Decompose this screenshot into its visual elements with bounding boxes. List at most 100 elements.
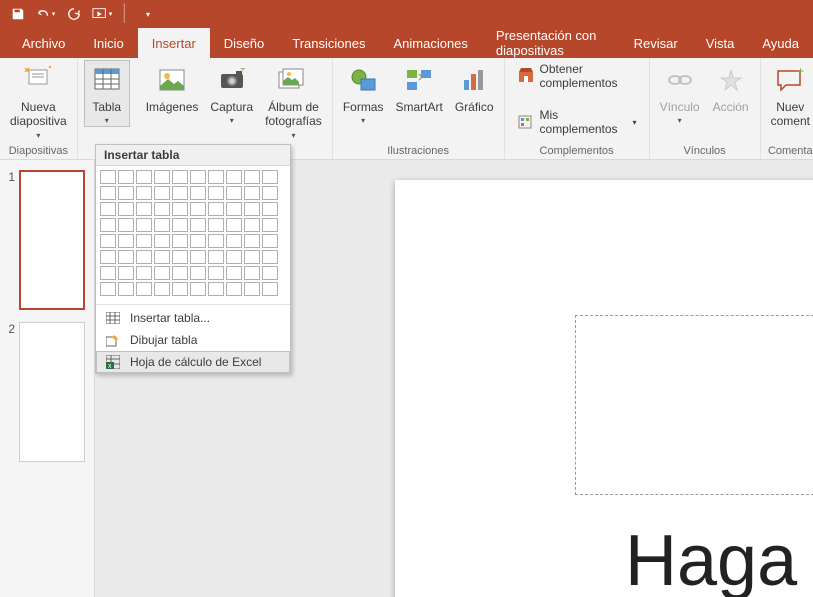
grid-cell[interactable] <box>244 282 260 296</box>
content-placeholder[interactable] <box>575 315 813 495</box>
grid-cell[interactable] <box>244 266 260 280</box>
album-button[interactable]: Álbum de fotografías ▾ <box>261 60 326 142</box>
grid-cell[interactable] <box>118 250 134 264</box>
hoja-excel-item[interactable]: x Hoja de cálculo de Excel <box>96 351 290 373</box>
grid-cell[interactable] <box>262 218 278 232</box>
grid-cell[interactable] <box>226 202 242 216</box>
grid-cell[interactable] <box>136 218 152 232</box>
grid-cell[interactable] <box>190 186 206 200</box>
grid-cell[interactable] <box>190 170 206 184</box>
grafico-button[interactable]: Gráfico <box>451 60 498 116</box>
nueva-diapositiva-button[interactable]: Nueva diapositiva ▾ <box>6 60 71 142</box>
grid-cell[interactable] <box>208 266 224 280</box>
grid-cell[interactable] <box>172 282 188 296</box>
captura-button[interactable]: + Captura ▾ <box>206 60 257 127</box>
menu-revisar[interactable]: Revisar <box>620 28 692 58</box>
grid-cell[interactable] <box>190 218 206 232</box>
grid-cell[interactable] <box>172 202 188 216</box>
tabla-button[interactable]: Tabla ▾ <box>84 60 130 127</box>
grid-cell[interactable] <box>244 170 260 184</box>
slide-thumb-1[interactable]: 1 <box>5 170 89 310</box>
grid-cell[interactable] <box>100 282 116 296</box>
slide-canvas[interactable]: Haga c <box>395 180 813 597</box>
menu-ayuda[interactable]: Ayuda <box>748 28 813 58</box>
grid-cell[interactable] <box>244 202 260 216</box>
qat-customize-button[interactable]: ▾ <box>136 2 160 26</box>
grid-cell[interactable] <box>244 218 260 232</box>
grid-cell[interactable] <box>154 250 170 264</box>
grid-cell[interactable] <box>244 250 260 264</box>
menu-archivo[interactable]: Archivo <box>8 28 79 58</box>
grid-cell[interactable] <box>226 186 242 200</box>
grid-cell[interactable] <box>226 250 242 264</box>
grid-cell[interactable] <box>262 170 278 184</box>
grid-cell[interactable] <box>100 186 116 200</box>
grid-cell[interactable] <box>208 234 224 248</box>
grid-cell[interactable] <box>262 250 278 264</box>
grid-cell[interactable] <box>100 202 116 216</box>
grid-cell[interactable] <box>118 218 134 232</box>
grid-cell[interactable] <box>118 234 134 248</box>
grid-cell[interactable] <box>154 186 170 200</box>
grid-cell[interactable] <box>136 170 152 184</box>
menu-presentacion[interactable]: Presentación con diapositivas <box>482 28 620 58</box>
grid-cell[interactable] <box>154 218 170 232</box>
grid-cell[interactable] <box>154 170 170 184</box>
grid-cell[interactable] <box>226 170 242 184</box>
grid-cell[interactable] <box>262 234 278 248</box>
grid-cell[interactable] <box>118 282 134 296</box>
menu-inicio[interactable]: Inicio <box>79 28 137 58</box>
menu-insertar[interactable]: Insertar <box>138 28 210 58</box>
grid-cell[interactable] <box>226 234 242 248</box>
grid-cell[interactable] <box>172 186 188 200</box>
nuevo-comentario-button[interactable]: + Nuev coment <box>767 60 813 131</box>
menu-diseno[interactable]: Diseño <box>210 28 278 58</box>
grid-cell[interactable] <box>154 202 170 216</box>
save-button[interactable] <box>6 2 30 26</box>
grid-cell[interactable] <box>226 282 242 296</box>
grid-cell[interactable] <box>226 266 242 280</box>
grid-cell[interactable] <box>136 202 152 216</box>
grid-cell[interactable] <box>172 170 188 184</box>
redo-button[interactable] <box>62 2 86 26</box>
grid-cell[interactable] <box>172 218 188 232</box>
grid-cell[interactable] <box>172 234 188 248</box>
grid-cell[interactable] <box>262 202 278 216</box>
grid-cell[interactable] <box>136 234 152 248</box>
grid-cell[interactable] <box>136 186 152 200</box>
grid-cell[interactable] <box>154 234 170 248</box>
slide-thumb-2[interactable]: 2 <box>5 322 89 462</box>
grid-cell[interactable] <box>190 250 206 264</box>
grid-cell[interactable] <box>208 186 224 200</box>
imagenes-button[interactable]: Imágenes <box>142 60 203 116</box>
grid-cell[interactable] <box>190 202 206 216</box>
obtener-complementos-button[interactable]: Obtener complementos <box>511 60 643 92</box>
grid-cell[interactable] <box>208 282 224 296</box>
grid-cell[interactable] <box>118 170 134 184</box>
grid-cell[interactable] <box>154 266 170 280</box>
grid-cell[interactable] <box>208 202 224 216</box>
grid-cell[interactable] <box>262 186 278 200</box>
grid-cell[interactable] <box>262 266 278 280</box>
grid-cell[interactable] <box>172 250 188 264</box>
grid-cell[interactable] <box>100 266 116 280</box>
title-placeholder-text[interactable]: Haga c <box>625 520 813 597</box>
grid-cell[interactable] <box>190 234 206 248</box>
grid-cell[interactable] <box>154 282 170 296</box>
grid-cell[interactable] <box>118 202 134 216</box>
insertar-tabla-item[interactable]: Insertar tabla... <box>96 307 290 329</box>
grid-cell[interactable] <box>136 266 152 280</box>
start-from-beginning-button[interactable]: ▾ <box>90 2 114 26</box>
formas-button[interactable]: Formas ▾ <box>339 60 388 127</box>
grid-cell[interactable] <box>100 170 116 184</box>
dibujar-tabla-item[interactable]: Dibujar tabla <box>96 329 290 351</box>
grid-cell[interactable] <box>190 282 206 296</box>
grid-cell[interactable] <box>262 282 278 296</box>
menu-vista[interactable]: Vista <box>692 28 749 58</box>
grid-cell[interactable] <box>208 218 224 232</box>
grid-cell[interactable] <box>226 218 242 232</box>
grid-cell[interactable] <box>100 250 116 264</box>
menu-animaciones[interactable]: Animaciones <box>379 28 481 58</box>
grid-cell[interactable] <box>208 250 224 264</box>
grid-cell[interactable] <box>190 266 206 280</box>
